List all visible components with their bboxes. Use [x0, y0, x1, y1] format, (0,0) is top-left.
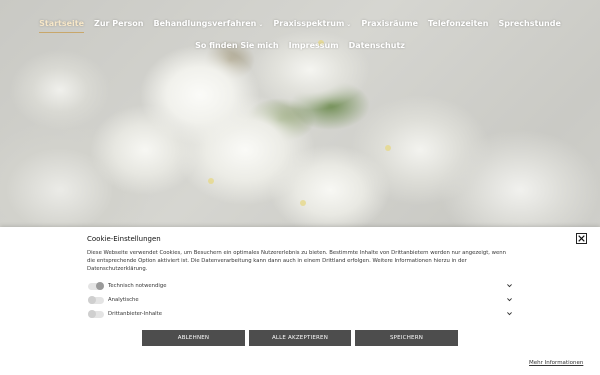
- nav-item-zur-person[interactable]: Zur Person: [94, 19, 143, 28]
- blossom-stamen: [385, 145, 391, 151]
- nav-item-praxisspektrum[interactable]: Praxisspektrum ⌄: [273, 19, 351, 28]
- nav-item-behandlungsverfahren[interactable]: Behandlungsverfahren ⌄: [153, 19, 263, 28]
- close-icon: [578, 235, 585, 242]
- toggle-switch[interactable]: [88, 310, 104, 318]
- cookie-description: Diese Webseite verwendet Cookies, um Bes…: [87, 250, 506, 272]
- accept-all-button[interactable]: ALLE AKZEPTIEREN: [249, 330, 351, 346]
- chevron-down-icon[interactable]: [506, 282, 513, 289]
- cookie-option-technisch-notwendige[interactable]: Technisch notwendige: [88, 281, 513, 291]
- nav-item-datenschutz[interactable]: Datenschutz: [349, 41, 405, 50]
- nav-row-secondary: So finden Sie mich Impressum Datenschutz: [0, 34, 600, 56]
- cookie-option-drittanbieter-inhalte[interactable]: Drittanbieter-Inhalte: [88, 309, 513, 319]
- nav-item-so-finden-sie-mich[interactable]: So finden Sie mich: [195, 41, 279, 50]
- chevron-down-icon: ⌄: [258, 20, 264, 28]
- chevron-down-icon: ⌄: [346, 20, 352, 28]
- cookie-banner-title: Cookie-Einstellungen: [87, 235, 161, 243]
- toggle-knob: [88, 296, 96, 304]
- nav-item-impressum[interactable]: Impressum: [289, 41, 339, 50]
- cookie-option-label: Analytische: [108, 297, 139, 303]
- cookie-option-label: Drittanbieter-Inhalte: [108, 311, 162, 317]
- toggle-knob: [96, 282, 104, 290]
- close-button[interactable]: [576, 233, 587, 244]
- cookie-option-label: Technisch notwendige: [108, 283, 167, 289]
- nav-item-telefonzeiten[interactable]: Telefonzeiten: [428, 19, 488, 28]
- blossom-stamen: [208, 178, 214, 184]
- chevron-down-icon[interactable]: [506, 310, 513, 317]
- toggle-switch[interactable]: [88, 296, 104, 304]
- main-navigation: Startseite Zur Person Behandlungsverfahr…: [0, 0, 600, 56]
- save-button[interactable]: SPEICHERN: [355, 330, 458, 346]
- nav-item-praxisraeume[interactable]: Praxisräume: [361, 19, 418, 28]
- more-info-link[interactable]: Mehr Informationen: [529, 360, 583, 366]
- chevron-down-icon[interactable]: [506, 296, 513, 303]
- toggle-switch[interactable]: [88, 282, 104, 290]
- nav-item-label: Praxisspektrum: [273, 18, 345, 28]
- cookie-option-analytische[interactable]: Analytische: [88, 295, 513, 305]
- nav-item-label: Behandlungsverfahren: [153, 18, 257, 28]
- reject-button[interactable]: ABLEHNEN: [142, 330, 245, 346]
- cookie-banner: Cookie-Einstellungen Diese Webseite verw…: [0, 227, 600, 375]
- toggle-knob: [88, 310, 96, 318]
- blossom-stamen: [300, 200, 306, 206]
- nav-row-primary: Startseite Zur Person Behandlungsverfahr…: [0, 12, 600, 34]
- nav-item-sprechstunde[interactable]: Sprechstunde: [498, 19, 560, 28]
- nav-item-startseite[interactable]: Startseite: [39, 19, 84, 33]
